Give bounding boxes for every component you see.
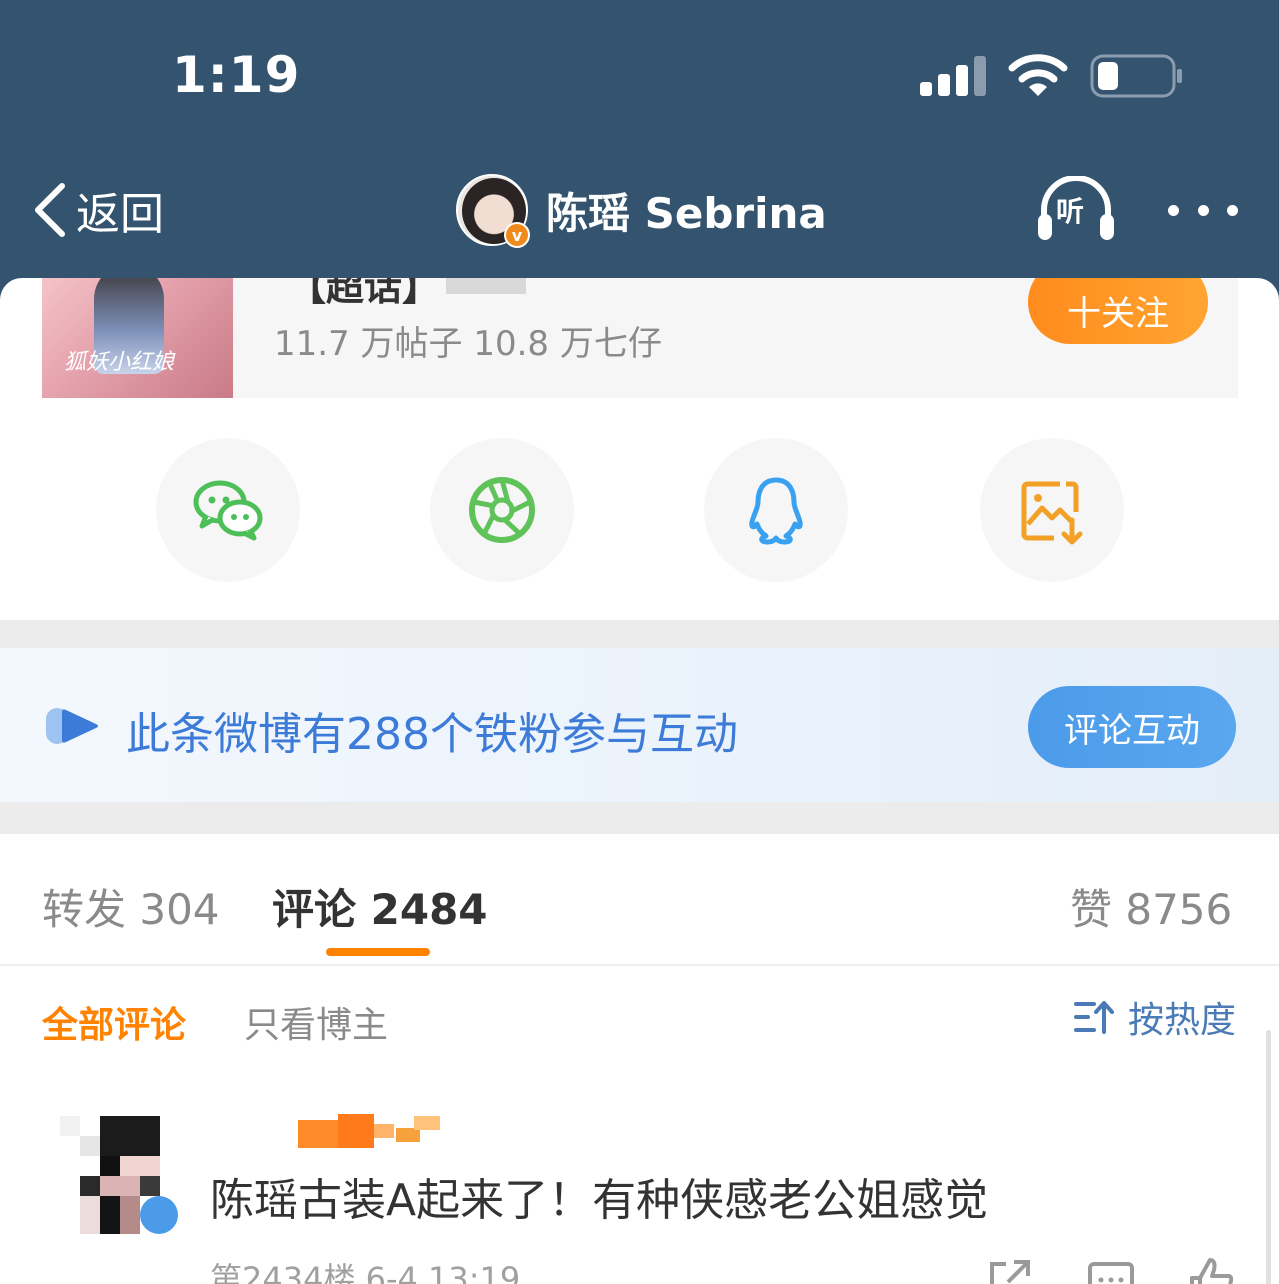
section-divider — [0, 620, 1279, 648]
profile-header[interactable]: v 陈瑶 Sebrina — [456, 172, 827, 248]
topic-cover-image: 狐妖小红娘 — [42, 278, 233, 398]
moments-icon — [469, 477, 535, 543]
tab-repost[interactable]: 转发 304 — [42, 876, 220, 937]
topic-name: 【超话】 — [288, 278, 441, 309]
commenter-name-redacted — [298, 1114, 440, 1148]
topic-cover-title: 狐妖小红娘 — [64, 350, 175, 375]
save-image-button[interactable] — [980, 438, 1124, 582]
avatar[interactable]: v — [456, 174, 530, 248]
qq-icon — [749, 477, 803, 545]
section-divider-2 — [0, 802, 1279, 834]
supertopic-card[interactable]: 狐妖小红娘 【超话】 11.7 万帖子 10.8 万七仔 十关注 — [42, 278, 1238, 398]
wifi-icon — [1008, 54, 1068, 96]
more-options-button[interactable] — [1168, 196, 1238, 224]
status-time: 1:19 — [172, 46, 301, 104]
like-icon[interactable] — [1186, 1256, 1236, 1284]
fans-arrow-icon — [46, 708, 98, 744]
comment-item: 陈瑶古装A起来了！有种侠感老公姐感觉 第2434楼 6-4 13:19 — [0, 1108, 1279, 1284]
topic-name-redacted — [446, 278, 526, 294]
chevron-left-icon — [35, 183, 65, 237]
more-dots-icon — [1168, 204, 1179, 216]
tab-comments[interactable]: 评论 2484 — [272, 876, 488, 937]
comment-meta: 第2434楼 6-4 13:19 — [210, 1260, 521, 1284]
wechat-icon — [193, 480, 263, 541]
back-label: 返回 — [76, 189, 164, 240]
content-sheet: 狐妖小红娘 【超话】 11.7 万帖子 10.8 万七仔 十关注 此条微博有28… — [0, 278, 1279, 1284]
tab-likes[interactable]: 赞 8756 — [1070, 876, 1232, 937]
follow-button[interactable]: 十关注 — [1028, 278, 1208, 344]
battery-icon — [1090, 54, 1182, 98]
comment-filter-row: 全部评论 只看博主 按热度 — [0, 968, 1279, 1068]
sort-by-hot-button[interactable]: 按热度 — [1074, 992, 1236, 1042]
topic-stats: 11.7 万帖子 10.8 万七仔 — [274, 324, 662, 364]
reply-icon[interactable] — [1086, 1256, 1136, 1284]
sort-icon — [1074, 1001, 1114, 1034]
back-button[interactable]: 返回 — [30, 178, 164, 242]
listen-button[interactable]: 听 — [1036, 175, 1116, 242]
share-moments-button[interactable] — [430, 438, 574, 582]
profile-name[interactable]: 陈瑶 Sebrina — [546, 180, 827, 241]
share-icon[interactable] — [984, 1256, 1034, 1284]
share-qq-button[interactable] — [704, 438, 848, 582]
share-wechat-button[interactable] — [156, 438, 300, 582]
share-row — [0, 438, 1279, 582]
scrollbar[interactable] — [1266, 1030, 1271, 1284]
filter-all-comments[interactable]: 全部评论 — [42, 996, 186, 1048]
comment-text: 陈瑶古装A起来了！有种侠感老公姐感觉 — [210, 1175, 989, 1226]
cellular-signal-icon — [920, 56, 986, 96]
listen-label: 听 — [1056, 195, 1085, 228]
active-tab-indicator — [326, 948, 430, 956]
comment-interact-button[interactable]: 评论互动 — [1028, 686, 1236, 768]
top-header: 1:19 返回 v 陈瑶 Sebrina 听 — [0, 0, 1279, 300]
verified-badge: v — [504, 222, 530, 248]
commenter-avatar[interactable] — [60, 1116, 178, 1234]
post-tabs: 转发 304 评论 2484 赞 8756 — [0, 834, 1279, 966]
fans-interaction-banner[interactable]: 此条微博有288个铁粉参与互动 评论互动 — [0, 648, 1279, 802]
filter-author-only[interactable]: 只看博主 — [244, 996, 388, 1048]
save-image-icon — [1021, 481, 1083, 545]
sort-label: 按热度 — [1128, 1000, 1237, 1041]
fans-interaction-text: 此条微博有288个铁粉参与互动 — [126, 709, 738, 760]
